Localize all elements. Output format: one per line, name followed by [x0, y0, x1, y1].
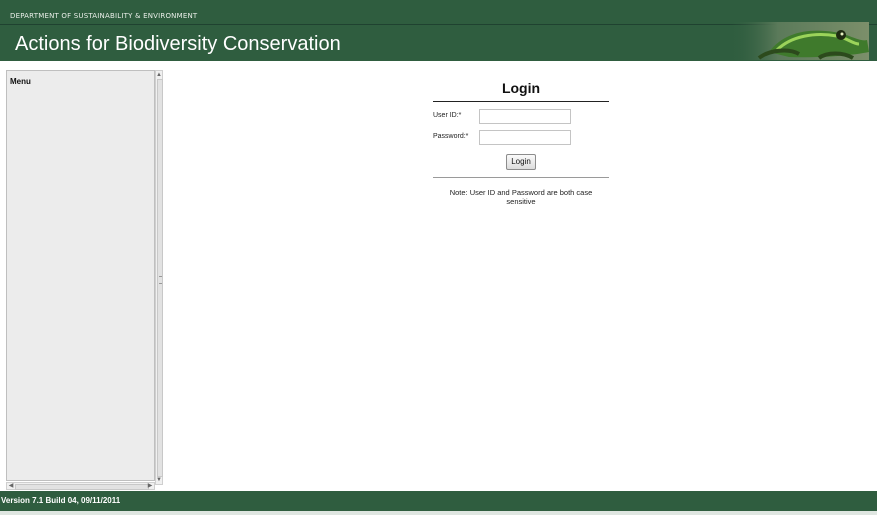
sidebar-horizontal-scrollbar[interactable]: ◀ ▶	[6, 482, 155, 490]
site-footer: Version 7.1 Build 04, 09/11/2011	[0, 491, 877, 511]
login-button[interactable]: Login	[506, 153, 536, 170]
frog-image	[729, 22, 869, 60]
site-header: DEPARTMENT OF SUSTAINABILITY & ENVIRONME…	[0, 0, 877, 61]
user-id-row: User ID:*	[433, 109, 609, 125]
password-input[interactable]	[479, 130, 571, 145]
login-button-wrap: Login	[433, 151, 609, 170]
department-name: DEPARTMENT OF SUSTAINABILITY & ENVIRONME…	[10, 12, 198, 20]
sidebar-vertical-scrollbar[interactable]: ▲ ▼	[155, 70, 163, 485]
password-row: Password:*	[433, 130, 609, 146]
note-divider	[433, 176, 609, 178]
version-text: Version 7.1 Build 04, 09/11/2011	[1, 496, 121, 505]
scroll-up-icon[interactable]: ▲	[156, 71, 162, 79]
grip-icon	[159, 276, 162, 284]
login-panel: Login User ID:* Password:* Login Note: U…	[433, 78, 609, 206]
footer-strip	[0, 511, 877, 515]
scroll-right-icon[interactable]: ▶	[146, 483, 154, 489]
user-id-input[interactable]	[479, 109, 571, 124]
scroll-left-icon[interactable]: ◀	[7, 483, 15, 489]
menu-label: Menu	[10, 77, 31, 86]
user-id-label: User ID:*	[433, 112, 462, 119]
case-sensitive-note: Note: User ID and Password are both case…	[449, 187, 593, 206]
app-title: Actions for Biodiversity Conservation	[15, 33, 341, 55]
password-label: Password:*	[433, 133, 469, 140]
login-title: Login	[501, 80, 541, 96]
sidebar-menu: Menu	[6, 70, 155, 481]
scroll-down-icon[interactable]: ▼	[156, 476, 162, 484]
scroll-thumb[interactable]	[157, 79, 163, 477]
title-divider	[433, 101, 609, 102]
scroll-thumb-horizontal[interactable]	[15, 484, 149, 490]
